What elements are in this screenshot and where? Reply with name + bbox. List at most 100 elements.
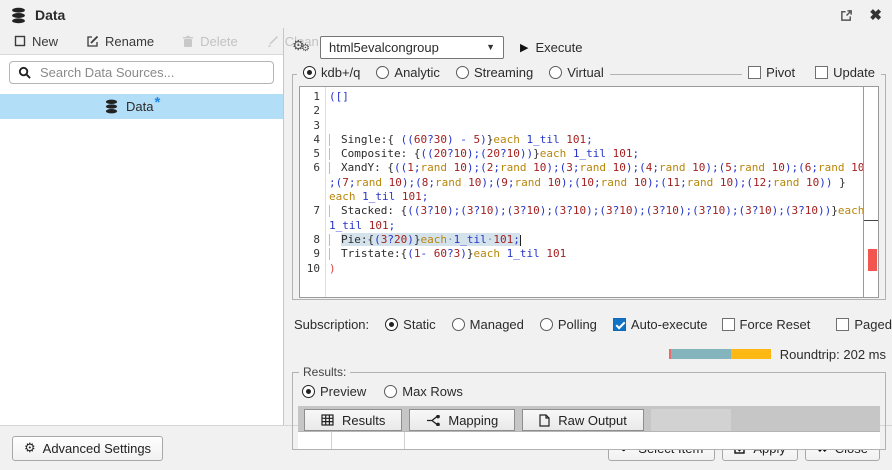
connection-row: ⚙⚙ html5evalcongroup ▼ ▶ Execute xyxy=(292,32,886,62)
force-reset-label: Force Reset xyxy=(740,317,811,332)
code-line[interactable]: 1_til 101; xyxy=(300,219,862,233)
radio-max-rows[interactable]: Max Rows xyxy=(384,384,463,399)
code-text: ([] xyxy=(329,90,349,103)
close-icon[interactable]: ✖ xyxy=(869,6,882,24)
update-checkbox[interactable]: Update xyxy=(815,65,875,80)
radio-virtual[interactable]: Virtual xyxy=(549,65,604,80)
pivot-checkbox[interactable]: Pivot xyxy=(748,65,795,80)
main-area: New Rename Delete xyxy=(0,28,892,425)
line-number: 9 xyxy=(300,247,320,261)
tabstrip-filler xyxy=(651,409,731,431)
radio-virtual-control[interactable] xyxy=(549,66,562,79)
execute-button[interactable]: ▶ Execute xyxy=(520,40,582,55)
pivot-label: Pivot xyxy=(766,65,795,80)
text-cursor xyxy=(520,235,521,246)
radio-virtual-label: Virtual xyxy=(567,65,604,80)
force-reset-checkbox-control[interactable] xyxy=(722,318,735,331)
connection-settings-icon[interactable]: ⚙⚙ xyxy=(292,38,312,56)
data-source-label: Data xyxy=(126,99,153,114)
radio-kdbq[interactable]: kdb+/q xyxy=(303,65,360,80)
title-bar: Data ✖ xyxy=(0,0,892,28)
code-line[interactable]: 10) xyxy=(300,262,862,276)
tab-results[interactable]: Results xyxy=(304,409,402,431)
page-title: Data xyxy=(35,7,65,23)
radio-static-label: Static xyxy=(403,317,436,332)
editor-panel: ⚙⚙ html5evalcongroup ▼ ▶ Execute xyxy=(284,28,892,425)
rename-label: Rename xyxy=(105,34,154,49)
code-line[interactable]: 7Stacked: {((3?10);(3?10);(3?10);(3?10);… xyxy=(300,204,862,218)
line-number: 2 xyxy=(300,104,320,118)
radio-analytic-control[interactable] xyxy=(376,66,389,79)
radio-preview-control[interactable] xyxy=(302,385,315,398)
code-line[interactable]: 5Composite: {((20?10);(20?10))}each 1_ti… xyxy=(300,147,862,161)
paged-checkbox[interactable]: Paged xyxy=(836,317,892,332)
update-label: Update xyxy=(833,65,875,80)
results-grid xyxy=(298,431,880,449)
progress-segment-orange xyxy=(731,349,771,359)
tab-mapping[interactable]: Mapping xyxy=(409,409,515,431)
advanced-settings-button[interactable]: ⚙ Advanced Settings xyxy=(12,436,163,461)
radio-streaming[interactable]: Streaming xyxy=(456,65,533,80)
results-view-radios: Preview Max Rows xyxy=(298,382,880,400)
force-reset-checkbox[interactable]: Force Reset xyxy=(722,317,811,332)
code-line[interactable]: 9Tristate:{(1- 60?3)}each 1_til 101 xyxy=(300,247,862,261)
subscription-label: Subscription: xyxy=(294,317,369,332)
pivot-checkbox-control[interactable] xyxy=(748,66,761,79)
auto-execute-checkbox[interactable]: Auto-execute xyxy=(613,317,708,332)
paged-checkbox-control[interactable] xyxy=(836,318,849,331)
code-line[interactable]: 8Pie:{(3?20)}each·1_til·101; xyxy=(300,233,862,247)
progress-segment-teal xyxy=(671,349,731,359)
code-line[interactable]: 3 xyxy=(300,119,862,133)
tab-raw-output-label: Raw Output xyxy=(558,413,627,428)
results-box: Results: Preview Max Rows xyxy=(292,372,886,450)
radio-preview[interactable]: Preview xyxy=(302,384,366,399)
code-line[interactable]: each 1_til 101; xyxy=(300,190,862,204)
update-checkbox-control[interactable] xyxy=(815,66,828,79)
radio-static-control[interactable] xyxy=(385,318,398,331)
sidebar-body: Data * xyxy=(0,54,283,425)
advanced-settings-label: Advanced Settings xyxy=(43,441,151,456)
line-number: 6 xyxy=(300,161,320,175)
radio-polling-control[interactable] xyxy=(540,318,553,331)
radio-managed-control[interactable] xyxy=(452,318,465,331)
code-line[interactable]: 4Single:{ ((60?30) - 5)}each 1_til 101; xyxy=(300,133,862,147)
new-button[interactable]: New xyxy=(14,34,58,49)
search-box[interactable] xyxy=(9,61,274,84)
radio-max-rows-label: Max Rows xyxy=(402,384,463,399)
connection-dropdown[interactable]: html5evalcongroup ▼ xyxy=(320,36,504,59)
code-line[interactable]: 6XandY: {((1;rand 10);(2;rand 10);(3;ran… xyxy=(300,161,862,175)
search-icon xyxy=(18,66,31,79)
results-legend: Results: xyxy=(299,365,350,379)
code-editor[interactable]: 1([]234Single:{ ((60?30) - 5)}each 1_til… xyxy=(299,86,879,298)
tab-raw-output[interactable]: Raw Output xyxy=(522,409,644,431)
indent-guide xyxy=(329,148,341,160)
code-text: XandY: {((1;rand 10);(2;rand 10);(3;rand… xyxy=(329,161,871,174)
grid-column-divider xyxy=(331,432,332,449)
play-icon: ▶ xyxy=(520,41,528,54)
radio-managed[interactable]: Managed xyxy=(452,317,524,332)
editor-scrollbar[interactable] xyxy=(863,87,878,297)
flag-checkboxes: Pivot Update xyxy=(742,65,881,80)
popout-icon[interactable] xyxy=(840,9,853,22)
radio-streaming-control[interactable] xyxy=(456,66,469,79)
radio-static[interactable]: Static xyxy=(385,317,436,332)
code-text: Pie:{(3?20)}each·1_til·101; xyxy=(329,233,521,246)
delete-button[interactable]: Delete xyxy=(182,34,238,49)
rename-button[interactable]: Rename xyxy=(86,34,154,49)
auto-execute-checkbox-control[interactable] xyxy=(613,318,626,331)
gear-icon: ⚙ xyxy=(24,440,36,456)
code-line[interactable]: 2 xyxy=(300,104,862,118)
radio-polling[interactable]: Polling xyxy=(540,317,597,332)
code-line[interactable]: ;(7;rand 10);(8;rand 10);(9;rand 10);(10… xyxy=(300,176,862,190)
code-text: ;(7;rand 10);(8;rand 10);(9;rand 10);(10… xyxy=(329,176,846,189)
code-line[interactable]: 1([] xyxy=(300,90,862,104)
status-row: Roundtrip: 202 ms xyxy=(292,347,886,361)
document-icon xyxy=(539,414,550,427)
line-number: 5 xyxy=(300,147,320,161)
radio-kdbq-control[interactable] xyxy=(303,66,316,79)
search-input[interactable] xyxy=(38,64,265,81)
radio-max-rows-control[interactable] xyxy=(384,385,397,398)
radio-analytic[interactable]: Analytic xyxy=(376,65,440,80)
data-source-item[interactable]: Data * xyxy=(0,94,283,119)
indent-guide xyxy=(329,162,341,174)
